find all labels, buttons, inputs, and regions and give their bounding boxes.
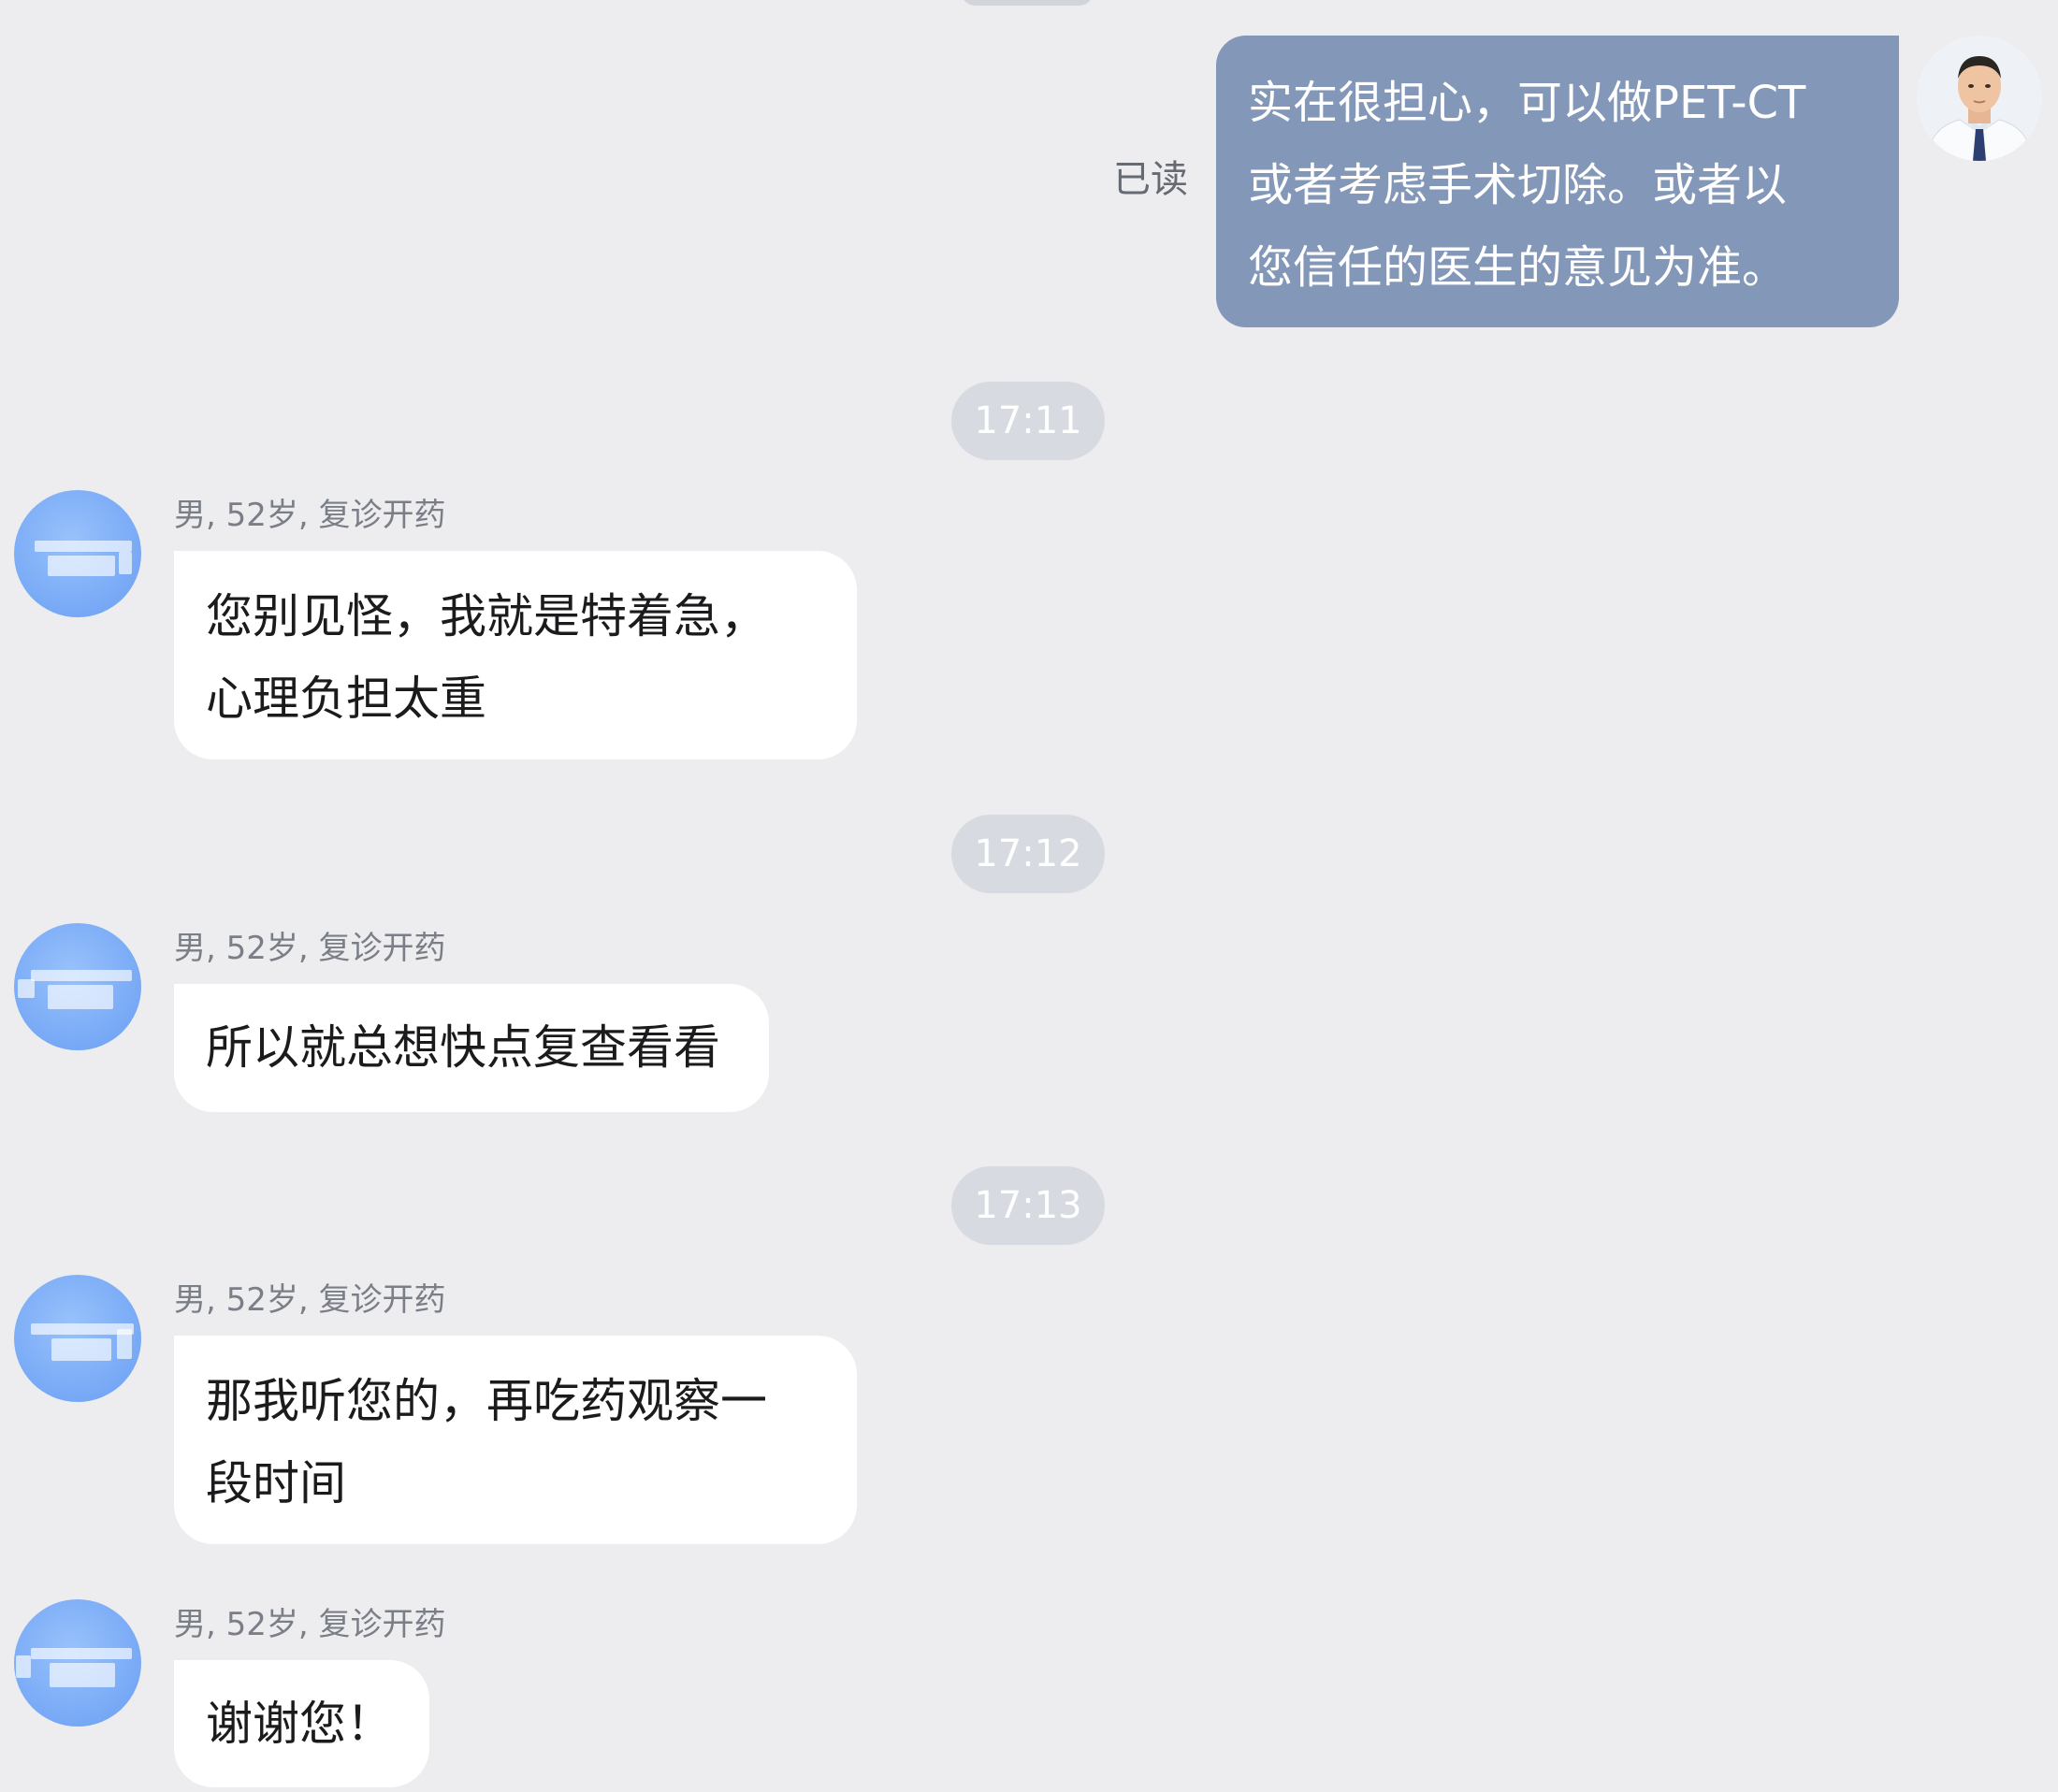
patient-avatar[interactable] <box>14 490 141 617</box>
timestamp-pill-partial <box>962 0 1093 6</box>
patient-message-bubble[interactable]: 所以就总想快点复查看看 <box>174 984 769 1112</box>
message-line: 那我听您的，再吃药观察一 <box>206 1374 767 1428</box>
patient-avatar[interactable] <box>14 1599 141 1727</box>
message-line: 所以就总想快点复查看看 <box>206 1020 720 1075</box>
message-line: 实在很担心，可以做PET-CT <box>1248 77 1806 129</box>
timestamp-pill: 17:12 <box>951 815 1105 893</box>
doctor-avatar[interactable] <box>1917 36 2042 161</box>
timestamp-pill: 17:13 <box>951 1166 1105 1245</box>
message-line: 您信任的医生的意见为准。 <box>1248 241 1788 294</box>
patient-message-bubble[interactable]: 那我听您的，再吃药观察一 段时间 <box>174 1336 857 1544</box>
doctor-portrait-icon <box>1917 36 2042 161</box>
patient-meta: 男, 52岁, 复诊开药 <box>174 497 446 534</box>
message-line: 段时间 <box>206 1456 346 1510</box>
patient-meta: 男, 52岁, 复诊开药 <box>174 1606 446 1643</box>
patient-avatar[interactable] <box>14 923 141 1050</box>
message-line: 或者考虑手术切除。或者以 <box>1248 159 1788 211</box>
message-line: 您别见怪，我就是特着急， <box>206 589 767 643</box>
patient-meta: 男, 52岁, 复诊开药 <box>174 1281 446 1319</box>
timestamp-pill: 17:11 <box>951 382 1105 460</box>
patient-avatar[interactable] <box>14 1275 141 1402</box>
read-status: 已读 <box>1113 158 1188 201</box>
doctor-message-bubble[interactable]: 实在很担心，可以做PET-CT 或者考虑手术切除。或者以 您信任的医生的意见为准… <box>1216 36 1899 327</box>
patient-meta: 男, 52岁, 复诊开药 <box>174 930 446 967</box>
patient-message-bubble[interactable]: 谢谢您！ <box>174 1660 429 1787</box>
message-line: 心理负担太重 <box>206 672 486 726</box>
patient-message-bubble[interactable]: 您别见怪，我就是特着急， 心理负担太重 <box>174 551 857 759</box>
message-line: 谢谢您！ <box>206 1697 393 1751</box>
